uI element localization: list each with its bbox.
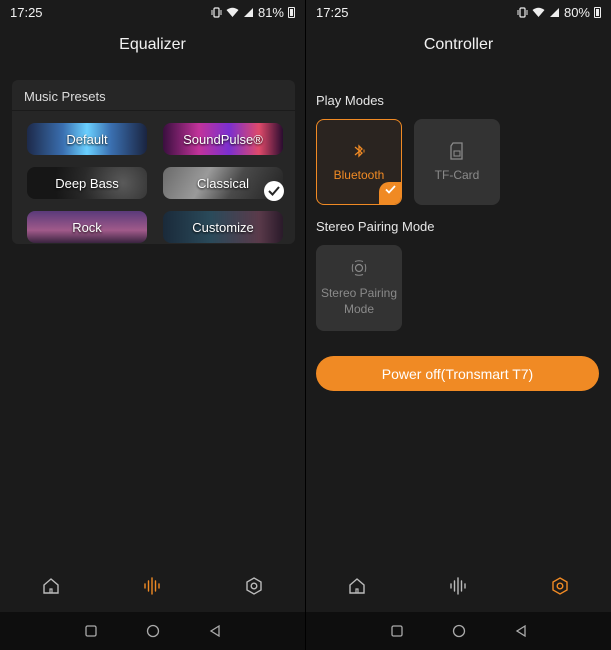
circle-home-icon [452,624,465,638]
controller-screen: 17:25 80% Controller Play Modes Bluetoot… [306,0,611,650]
bottom-tab-bar [306,560,611,612]
back-button[interactable] [207,623,223,639]
mode-bluetooth-button[interactable]: Bluetooth [316,119,402,205]
tab-settings[interactable] [540,566,580,606]
recents-icon [390,625,403,637]
equalizer-icon [144,577,161,595]
stereo-pairing-button[interactable]: Stereo Pairing Mode [316,245,402,331]
vibrate-icon [211,6,222,18]
settings-icon [552,577,568,595]
preset-customize[interactable]: Customize [163,211,283,243]
equalizer-screen: 17:25 81% Equalizer Music Presets Defaul… [0,0,305,650]
status-time: 17:25 [316,4,349,20]
presets-heading: Music Presets [12,80,295,111]
power-off-button[interactable]: Power off(Tronsmart T7) [316,356,599,391]
stereo-pairing-label: Stereo Pairing Mode [316,219,435,234]
tab-home[interactable] [337,566,377,606]
preset-label: Default [66,131,108,147]
system-nav-bar [306,612,611,650]
circle-home-icon [146,624,159,638]
preset-label: Customize [192,219,254,235]
home-icon [43,578,59,594]
active-check-icon [379,182,401,204]
status-bar: 17:25 80% [306,0,611,24]
preset-default[interactable]: Default [27,123,147,155]
battery-percent: 81% [257,4,284,20]
tab-equalizer[interactable] [438,566,478,606]
page-title: Controller [423,36,494,53]
battery-icon [288,6,295,18]
signal-icon [549,7,559,17]
mode-label: Bluetooth [333,168,385,182]
mode-tf-card-button[interactable]: TF-Card [414,119,500,205]
signal-icon [243,7,253,17]
mode-label: TF-Card [434,168,480,182]
sd-card-icon [450,142,463,160]
preset-label: Deep Bass [55,175,119,191]
page-title: Equalizer [119,36,186,53]
preset-deep-bass[interactable]: Deep Bass [27,167,147,199]
back-icon [209,625,220,637]
preset-label: Rock [72,219,102,235]
system-nav-bar [0,612,305,650]
recents-button[interactable] [389,623,405,639]
home-icon [349,578,365,594]
home-button[interactable] [145,623,161,639]
tab-home[interactable] [31,566,71,606]
back-button[interactable] [513,623,529,639]
status-time: 17:25 [10,4,43,20]
wifi-icon [226,7,239,17]
tab-equalizer[interactable] [132,566,172,606]
home-button[interactable] [451,623,467,639]
preset-soundpulse[interactable]: SoundPulse® [163,123,283,155]
pairing-icon [351,260,367,276]
tab-settings[interactable] [234,566,274,606]
bottom-tab-bar [0,560,305,612]
battery-icon [594,6,601,18]
back-icon [515,625,526,637]
preset-rock[interactable]: Rock [27,211,147,243]
recents-button[interactable] [83,623,99,639]
wifi-icon [532,7,545,17]
battery-percent: 80% [563,4,590,20]
recents-icon [84,625,97,637]
stereo-pairing-button-label: Stereo Pairing Mode [320,286,398,316]
settings-icon [246,577,262,595]
play-modes-label: Play Modes [316,93,384,108]
bluetooth-icon [354,144,365,158]
preset-label: Classical [196,175,249,191]
equalizer-icon [450,577,467,595]
preset-label: SoundPulse® [183,131,263,147]
selected-check-icon [264,181,284,201]
music-presets-card: Music Presets Default SoundPulse® Deep B… [12,80,295,244]
vibrate-icon [517,6,528,18]
status-bar: 17:25 81% [0,0,305,24]
